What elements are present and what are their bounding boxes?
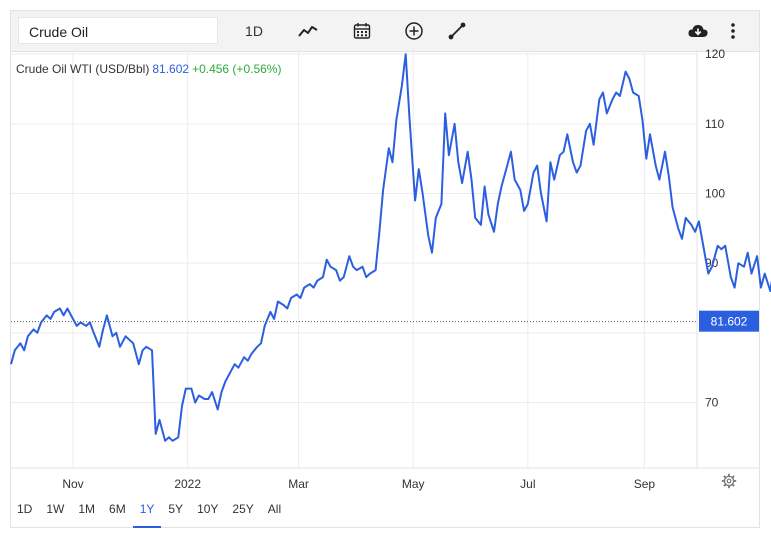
range-10y[interactable]: 10Y: [190, 498, 225, 526]
x-tick-label: May: [402, 477, 425, 491]
x-tick-label: Mar: [288, 477, 309, 491]
chart-settings-gear-icon[interactable]: [721, 473, 737, 489]
x-tick-label: 2022: [174, 477, 201, 491]
y-tick-label: 120: [705, 47, 725, 61]
y-tick-label: 110: [705, 117, 724, 131]
instrument-name: Crude Oil WTI (USD/Bbl): [16, 62, 150, 76]
time-range-selector: 1D 1W 1M 6M 1Y 5Y 10Y 25Y All: [10, 498, 288, 528]
last-price: 81.602: [152, 62, 190, 76]
price-series-line: [10, 53, 771, 442]
y-tick-label: 70: [705, 396, 719, 410]
chart-title: Crude Oil WTI (USD/Bbl) 81.602 +0.456 (+0.…: [16, 62, 281, 76]
y-tick-label: 100: [705, 187, 725, 201]
range-5y[interactable]: 5Y: [161, 498, 190, 526]
x-tick-label: Sep: [634, 477, 656, 491]
last-value-label: 81.602: [711, 315, 748, 329]
x-tick-label: Jul: [520, 477, 535, 491]
range-25y[interactable]: 25Y: [225, 498, 260, 526]
price-chart: 7090100110120Nov 2022 Mar May Jul Sep81.602: [10, 47, 771, 491]
range-1m[interactable]: 1M: [71, 498, 102, 526]
range-1w[interactable]: 1W: [39, 498, 71, 526]
price-change: +0.456 (+0.56%): [192, 62, 282, 76]
range-1d[interactable]: 1D: [10, 498, 39, 526]
x-tick-label: Nov: [62, 477, 83, 491]
range-all[interactable]: All: [261, 498, 288, 526]
range-6m[interactable]: 6M: [102, 498, 133, 526]
range-1y[interactable]: 1Y: [132, 498, 162, 528]
